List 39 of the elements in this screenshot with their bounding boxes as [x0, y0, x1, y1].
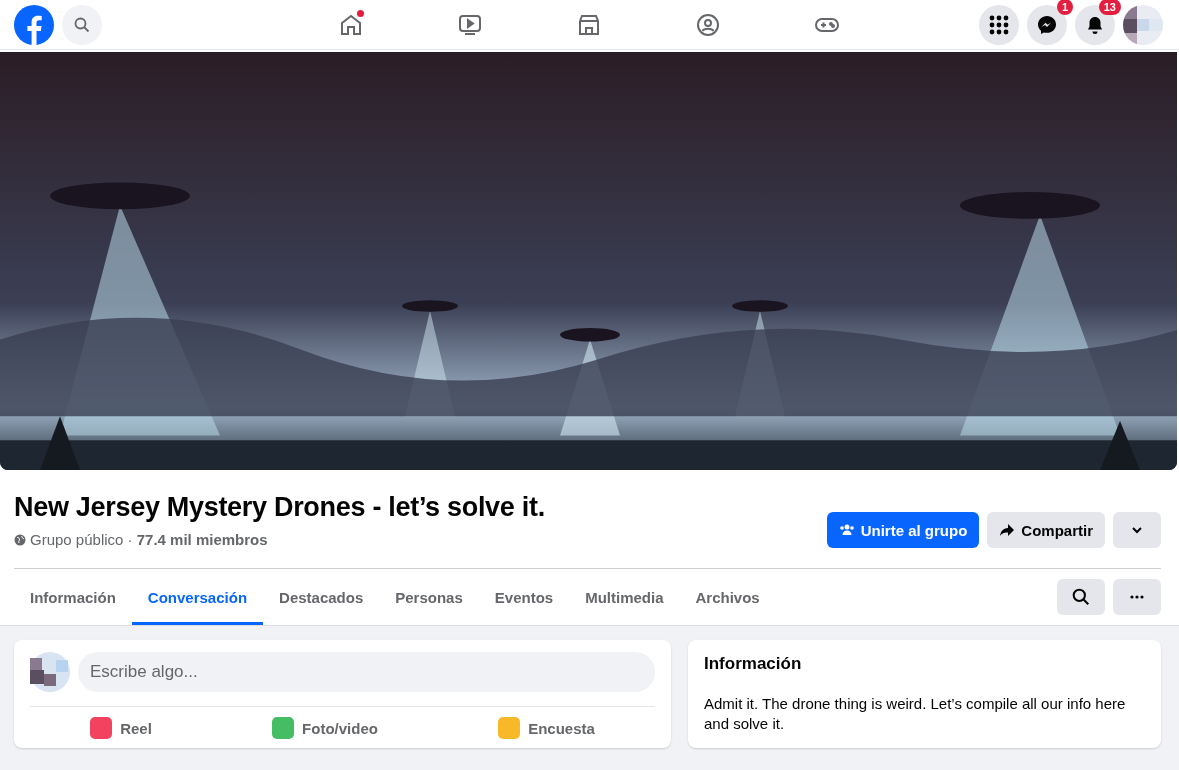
people-icon: [838, 522, 855, 538]
group-title: New Jersey Mystery Drones - let’s solve it.: [14, 492, 545, 523]
search-icon: [1072, 588, 1090, 606]
count-badge: 1: [1056, 0, 1073, 15]
search-button[interactable]: [1057, 579, 1105, 615]
section-tab[interactable]: Información: [14, 569, 132, 625]
messenger-icon: [1037, 14, 1057, 35]
search-icon: [74, 16, 90, 33]
action-icon: [90, 717, 113, 739]
share-button[interactable]: Compartir: [987, 512, 1105, 548]
bell-icon: [1085, 14, 1105, 35]
menu-button[interactable]: [979, 4, 1019, 45]
section-tab[interactable]: Personas: [379, 569, 479, 625]
group-info: Grupo público · 77.4 mil miembros: [30, 531, 268, 548]
section-tab[interactable]: Archivos: [679, 569, 776, 625]
composer-action[interactable]: Foto/video: [272, 717, 378, 739]
post-input-field[interactable]: Escribe algo...: [78, 652, 655, 692]
logo-icon[interactable]: [14, 4, 54, 45]
about-title: Información: [704, 654, 803, 674]
section-tab[interactable]: Multimedia: [569, 569, 680, 625]
action-icon: [272, 717, 295, 739]
composer-action[interactable]: Reel: [90, 717, 152, 739]
about-description: Admit it. The drone thing is weird. Let’s compile all our info here and solve it.: [704, 694, 1127, 734]
messenger-button[interactable]: [1027, 4, 1067, 45]
more-icon: [1130, 595, 1144, 599]
section-tab[interactable]: Eventos: [478, 569, 570, 625]
count-badge: 13: [1098, 0, 1121, 15]
grid-icon: [989, 14, 1009, 35]
section-tab[interactable]: Destacados: [263, 569, 380, 625]
join-button[interactable]: Unirte al grupo: [826, 512, 980, 548]
notifications-button[interactable]: [1075, 4, 1115, 45]
composer-action[interactable]: Encuesta: [498, 717, 595, 739]
person-circle-icon: [694, 11, 721, 38]
profile-avatar[interactable]: [1123, 4, 1163, 45]
user-avatar[interactable]: [30, 652, 70, 692]
share-arrow-icon: [999, 522, 1016, 538]
globe-icon: [14, 533, 26, 546]
section-tab[interactable]: Conversación: [131, 569, 264, 625]
action-icon: [498, 717, 521, 739]
